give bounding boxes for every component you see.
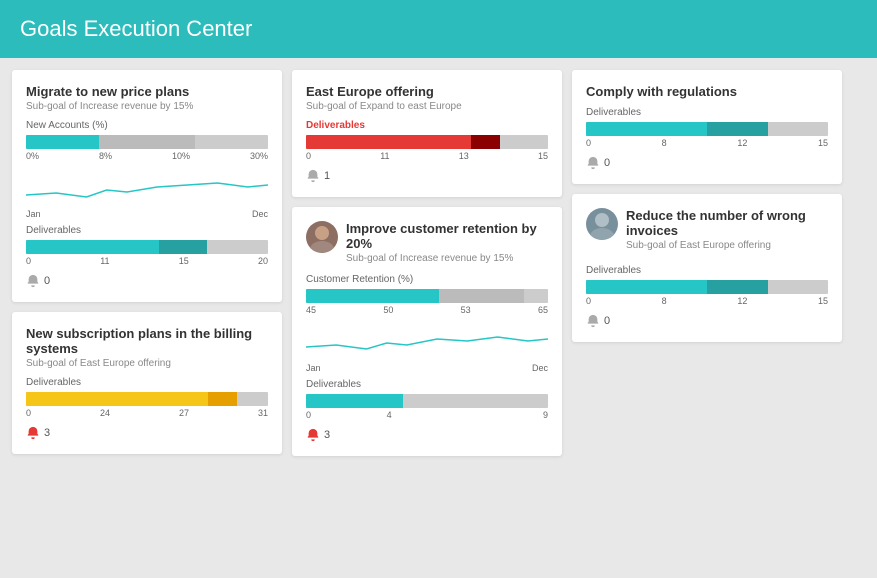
bell-icon — [26, 274, 40, 288]
card3-deliverables-label: Deliverables — [306, 120, 548, 131]
card3-title: East Europe offering — [306, 84, 548, 99]
card2-badge: 3 — [26, 426, 268, 440]
card1-line-chart — [26, 165, 268, 205]
app-header: Goals Execution Center — [0, 0, 877, 58]
card1-deliverables: Deliverables 0 11 15 20 — [26, 225, 268, 266]
card-customer-retention: Improve customer retention by 20% Sub-go… — [292, 207, 562, 456]
card6-badge: 0 — [586, 314, 828, 328]
card5-deliverables-scale: 0 8 12 15 — [586, 138, 828, 148]
card4-badge: 3 — [306, 428, 548, 442]
card4-badge-count: 3 — [324, 429, 330, 441]
card5-deliverables: Deliverables 0 8 12 15 — [586, 107, 828, 148]
bell-icon-6 — [586, 314, 600, 328]
card1-metric-bar: 0% 8% 10% 30% — [26, 135, 268, 161]
card1-subtitle: Sub-goal of Increase revenue by 15% — [26, 101, 268, 112]
card4-metric-label: Customer Retention (%) — [306, 274, 548, 285]
card3-subtitle: Sub-goal of Expand to east Europe — [306, 101, 548, 112]
card3-deliverables: Deliverables 0 11 13 15 — [306, 120, 548, 161]
card2-title: New subscription plans in the billing sy… — [26, 326, 268, 356]
card6-subtitle: Sub-goal of East Europe offering — [626, 240, 828, 251]
card4-metric-scale: 45 50 53 65 — [306, 305, 548, 315]
card1-deliverables-scale: 0 11 15 20 — [26, 256, 268, 266]
card2-deliverables: Deliverables 0 24 27 31 — [26, 377, 268, 418]
card-east-europe: East Europe offering Sub-goal of Expand … — [292, 70, 562, 197]
card-reduce-invoices: Reduce the number of wrong invoices Sub-… — [572, 194, 842, 342]
page-title: Goals Execution Center — [20, 16, 252, 42]
card1-badge: 0 — [26, 274, 268, 288]
card4-title: Improve customer retention by 20% — [346, 221, 548, 251]
card1-badge-count: 0 — [44, 275, 50, 287]
right-column: Comply with regulations Deliverables 0 8… — [572, 70, 842, 566]
card6-badge-count: 0 — [604, 315, 610, 327]
card3-deliverables-scale: 0 11 13 15 — [306, 151, 548, 161]
card4-deliverables-label: Deliverables — [306, 379, 548, 390]
card1-metric-scale: 0% 8% 10% 30% — [26, 151, 268, 161]
bell-icon-4 — [306, 428, 320, 442]
card4-line-chart — [306, 319, 548, 359]
card6-title: Reduce the number of wrong invoices — [626, 208, 828, 238]
card6-deliverables-label: Deliverables — [586, 265, 828, 276]
card1-title: Migrate to new price plans — [26, 84, 268, 99]
bell-icon-3 — [306, 169, 320, 183]
card5-badge-count: 0 — [604, 157, 610, 169]
bell-icon-5 — [586, 156, 600, 170]
card4-subtitle: Sub-goal of Increase revenue by 15% — [346, 253, 548, 264]
main-content: Migrate to new price plans Sub-goal of I… — [0, 58, 877, 578]
card3-badge-count: 1 — [324, 170, 330, 182]
card5-title: Comply with regulations — [586, 84, 828, 99]
card1-deliverables-label: Deliverables — [26, 225, 268, 236]
mid-column: East Europe offering Sub-goal of Expand … — [292, 70, 562, 566]
card-comply-regulations: Comply with regulations Deliverables 0 8… — [572, 70, 842, 184]
card4-title-wrap: Improve customer retention by 20% Sub-go… — [346, 221, 548, 272]
card4-header: Improve customer retention by 20% Sub-go… — [306, 221, 548, 272]
card4-chart-labels: Jan Dec — [306, 363, 548, 373]
card6-title-wrap: Reduce the number of wrong invoices Sub-… — [626, 208, 828, 259]
card2-deliverables-label: Deliverables — [26, 377, 268, 388]
card2-deliverables-scale: 0 24 27 31 — [26, 408, 268, 418]
card-migrate-price-plans: Migrate to new price plans Sub-goal of I… — [12, 70, 282, 302]
card6-deliverables-scale: 0 8 12 15 — [586, 296, 828, 306]
card2-subtitle: Sub-goal of East Europe offering — [26, 358, 268, 369]
card2-badge-count: 3 — [44, 427, 50, 439]
bell-icon-2 — [26, 426, 40, 440]
card1-metric-label: New Accounts (%) — [26, 120, 268, 131]
card6-avatar — [586, 208, 618, 240]
card6-deliverables: Deliverables 0 8 12 15 — [586, 265, 828, 306]
card4-deliverables: Deliverables 0 4 9 — [306, 379, 548, 420]
left-column: Migrate to new price plans Sub-goal of I… — [12, 70, 282, 566]
card4-deliverables-scale: 0 4 9 — [306, 410, 548, 420]
card4-avatar — [306, 221, 338, 253]
card5-deliverables-label: Deliverables — [586, 107, 828, 118]
card6-header: Reduce the number of wrong invoices Sub-… — [586, 208, 828, 259]
card3-badge: 1 — [306, 169, 548, 183]
card1-chart-labels: Jan Dec — [26, 209, 268, 219]
card5-badge: 0 — [586, 156, 828, 170]
card-subscription-plans: New subscription plans in the billing sy… — [12, 312, 282, 454]
